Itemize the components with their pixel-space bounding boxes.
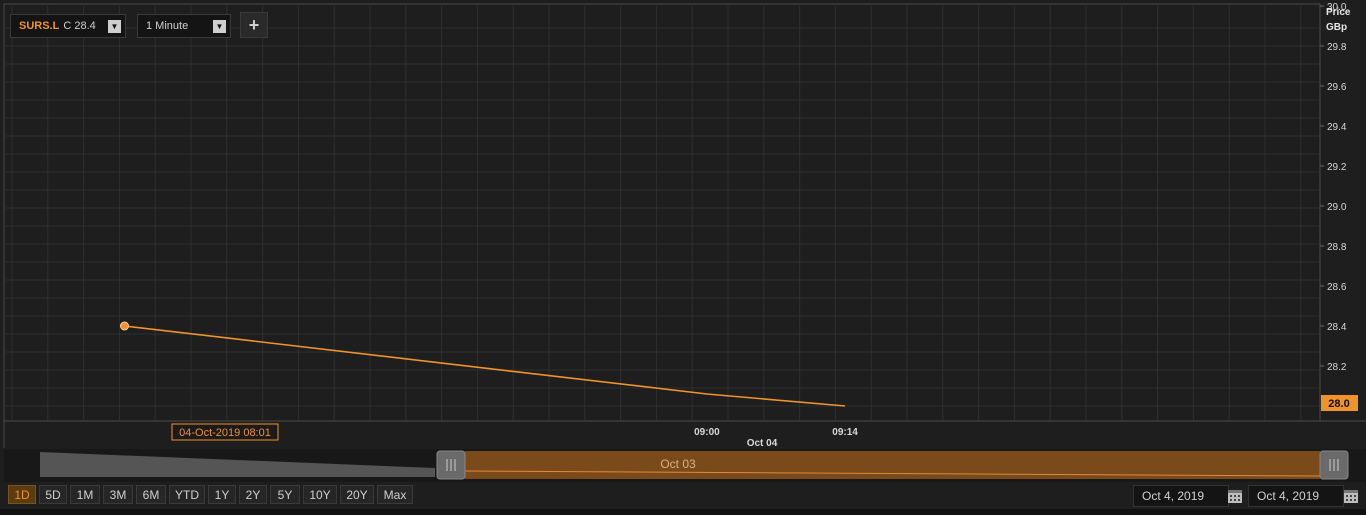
y-tick-label: 29.6 <box>1327 82 1347 93</box>
navigator-label: Oct 03 <box>660 457 696 471</box>
interval-selector[interactable]: 1 Minute ▼ <box>137 14 231 38</box>
calendar-icon[interactable] <box>1227 487 1243 504</box>
y-axis-title-price: Price <box>1326 7 1351 18</box>
range-button-20y[interactable]: 20Y <box>340 485 374 504</box>
interval-label: 1 Minute <box>146 20 189 32</box>
crosshair-time-text: 04-Oct-2019 08:01 <box>179 427 271 439</box>
from-date-value: Oct 4, 2019 <box>1142 489 1205 503</box>
plus-icon: + <box>248 14 260 35</box>
range-button-5y[interactable]: 5Y <box>270 485 300 504</box>
y-tick-label: 29.4 <box>1327 122 1347 133</box>
add-series-button[interactable]: + <box>240 12 268 38</box>
range-button-ytd[interactable]: YTD <box>169 485 205 504</box>
x-tick-label: 09:14 <box>832 427 858 438</box>
data-point[interactable] <box>120 321 129 331</box>
y-tick-label: 28.4 <box>1327 322 1347 333</box>
x-tick-label: 09:00 <box>694 427 720 438</box>
symbol-selector[interactable]: SURS.L C 28.4 ▼ <box>10 14 126 38</box>
close-price-label: C 28.4 <box>63 20 96 32</box>
range-button-max[interactable]: Max <box>377 485 413 504</box>
x-axis-date-label: Oct 04 <box>747 438 778 449</box>
y-tick-label: 29.8 <box>1327 42 1347 53</box>
range-button-1m[interactable]: 1M <box>70 485 100 504</box>
bottom-strip <box>0 509 1366 515</box>
range-button-2y[interactable]: 2Y <box>239 485 267 504</box>
y-tick-label: 29.2 <box>1327 162 1347 173</box>
range-button-6m[interactable]: 6M <box>136 485 166 504</box>
y-axis: 28.228.428.628.829.029.229.429.629.830.0 <box>1320 2 1347 373</box>
crosshair-x-label: 04-Oct-2019 08:01 <box>171 423 279 441</box>
range-button-5d[interactable]: 5D <box>39 485 67 504</box>
range-button-3m[interactable]: 3M <box>103 485 133 504</box>
chevron-down-icon[interactable]: ▼ <box>108 20 121 33</box>
y-tick-label: 29.0 <box>1327 202 1347 213</box>
y-tick-label: 28.8 <box>1327 242 1347 253</box>
range-button-1d[interactable]: 1D <box>8 485 36 504</box>
range-button-10y[interactable]: 10Y <box>303 485 337 504</box>
last-price-marker: 28.0 <box>1321 395 1358 411</box>
y-axis-title-unit: GBp <box>1326 22 1347 33</box>
from-date-field[interactable]: Oct 4, 2019 <box>1133 485 1229 507</box>
range-button-1y[interactable]: 1Y <box>208 485 236 504</box>
x-axis: 09:00 09:14 <box>694 427 858 438</box>
y-tick-label: 28.6 <box>1327 282 1347 293</box>
symbol-label: SURS.L <box>19 20 60 32</box>
calendar-icon[interactable] <box>1343 487 1359 504</box>
navigator-right-handle[interactable] <box>1319 450 1349 480</box>
navigator-left-handle[interactable] <box>436 450 466 480</box>
last-price-label: 28.0 <box>1328 398 1349 410</box>
chevron-down-icon[interactable]: ▼ <box>213 20 226 33</box>
to-date-value: Oct 4, 2019 <box>1257 489 1320 503</box>
price-chart[interactable]: 28.228.428.628.829.029.229.429.629.830.0… <box>0 0 1366 509</box>
y-tick-label: 28.2 <box>1327 362 1347 373</box>
to-date-field[interactable]: Oct 4, 2019 <box>1248 485 1344 507</box>
